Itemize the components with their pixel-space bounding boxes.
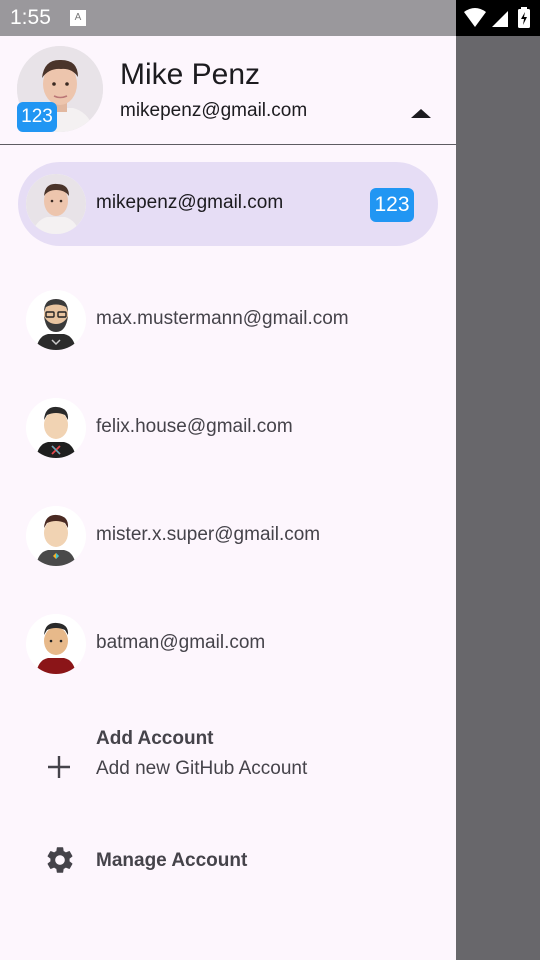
avatar-man-black-shirt-icon [26,398,86,458]
account-item-batman[interactable]: batman@gmail.com [0,594,456,702]
status-bar-left [0,0,456,36]
battery-icon [518,7,530,28]
manage-account-item[interactable]: Manage Account [0,826,456,896]
caret-up-icon[interactable] [408,106,434,122]
account-email: mikepenz@gmail.com [96,192,284,213]
add-account-subtitle: Add new GitHub Account [96,758,308,779]
account-item-mikepenz[interactable]: mikepenz@gmail.com 123 [0,154,456,262]
account-notification-badge: 123 [370,188,414,222]
system-status-icons [464,7,530,28]
manage-account-label: Manage Account [96,850,248,871]
account-item-mister-x-super[interactable]: mister.x.super@gmail.com [0,486,456,594]
account-avatar [26,506,86,566]
profile-photo-icon [26,174,86,234]
plus-icon [48,756,70,778]
signal-icon [492,11,508,27]
notification-app-icon: A [70,10,86,26]
add-account-item[interactable]: Add Account Add new GitHub Account [0,720,456,810]
avatar-bearded-man-icon [26,290,86,350]
drawer-scrim[interactable] [456,36,540,960]
header-notification-badge: 123 [17,102,57,132]
account-avatar [26,398,86,458]
header-user-email: mikepenz@gmail.com [120,100,308,121]
avatar-man-gray-shirt-icon [26,506,86,566]
status-bar: 1:55 A [0,0,540,36]
account-email: max.mustermann@gmail.com [96,308,349,329]
account-email: felix.house@gmail.com [96,416,293,437]
wifi-icon [464,8,486,27]
account-email: batman@gmail.com [96,632,266,653]
add-account-title: Add Account [96,728,214,749]
navigation-drawer: 123 Mike Penz mikepenz@gmail.com mikepen… [0,36,456,960]
account-list: mikepenz@gmail.com 123 max.mustermann@gm… [0,162,456,702]
account-avatar [26,614,86,674]
account-avatar [26,290,86,350]
avatar-man-red-shirt-icon [26,614,86,674]
header-user-name: Mike Penz [120,58,261,91]
status-clock: 1:55 [10,6,51,29]
account-item-max-mustermann[interactable]: max.mustermann@gmail.com [0,270,456,378]
account-avatar [26,174,86,234]
account-header[interactable]: 123 Mike Penz mikepenz@gmail.com [0,36,456,145]
account-item-felix-house[interactable]: felix.house@gmail.com [0,378,456,486]
account-email: mister.x.super@gmail.com [96,524,321,545]
gear-icon [47,847,73,873]
